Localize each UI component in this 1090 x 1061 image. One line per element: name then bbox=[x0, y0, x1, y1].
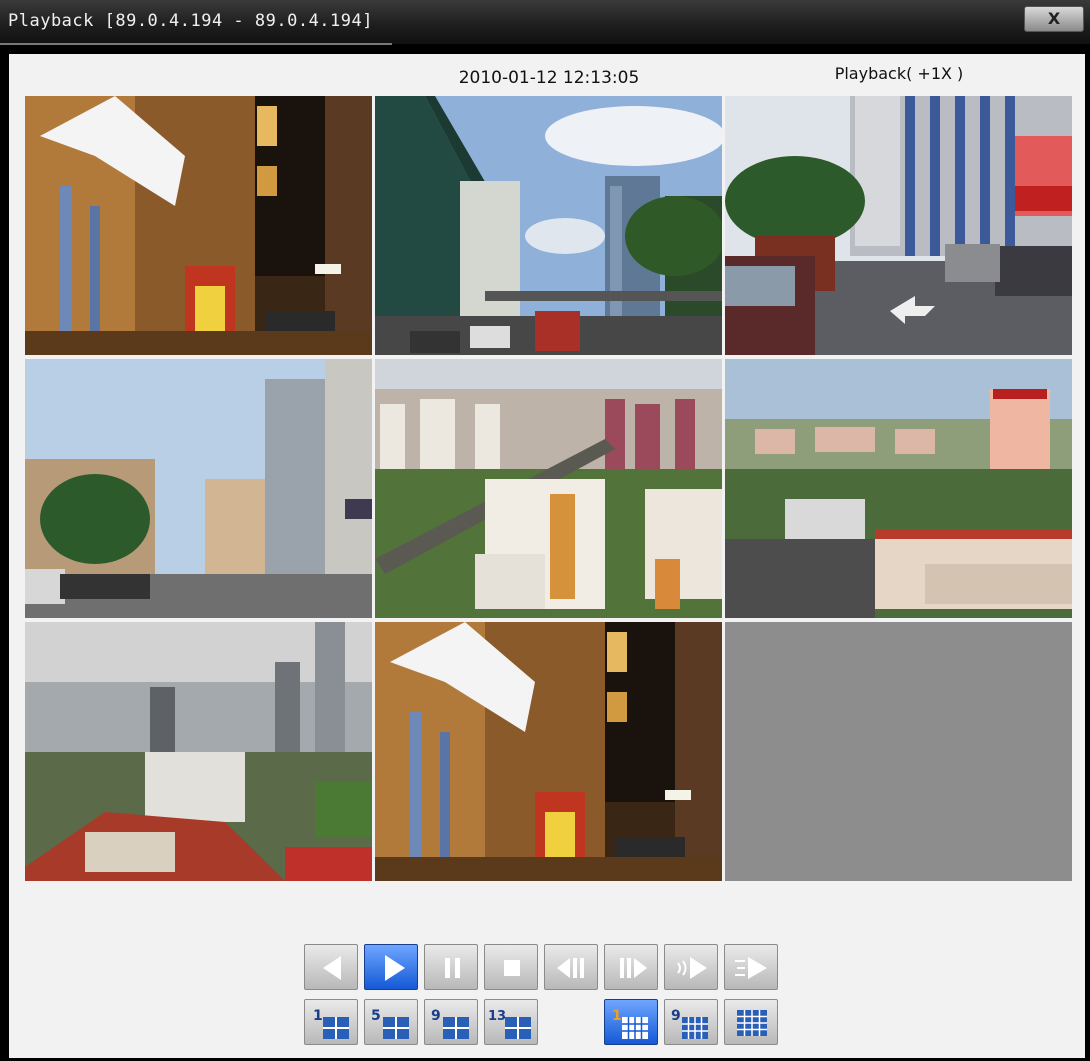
svg-text:1: 1 bbox=[313, 1008, 323, 1024]
pause-button[interactable] bbox=[424, 944, 478, 990]
fast-play-button[interactable] bbox=[724, 944, 778, 990]
layout-13-button[interactable]: 13 bbox=[484, 999, 538, 1045]
grid-16-icon bbox=[737, 1010, 767, 1036]
layout-1-button[interactable]: 1 bbox=[304, 999, 358, 1045]
svg-text:9: 9 bbox=[431, 1008, 441, 1024]
grid-layout-icon: 5 bbox=[371, 1008, 409, 1039]
step-forward-icon bbox=[620, 958, 647, 978]
view-1-button[interactable]: 1 bbox=[604, 999, 658, 1045]
svg-text:1: 1 bbox=[612, 1008, 622, 1024]
grid-layout-icon: 1 bbox=[313, 1008, 349, 1039]
camera-tile-1[interactable] bbox=[25, 96, 372, 355]
svg-text:13: 13 bbox=[488, 1009, 506, 1024]
camera-tile-8[interactable] bbox=[375, 622, 722, 881]
playback-speed-status: Playback( +1X ) bbox=[834, 64, 964, 83]
fast-play-icon bbox=[735, 957, 767, 979]
grid-view-icon: 1 bbox=[612, 1008, 648, 1039]
step-forward-button[interactable] bbox=[604, 944, 658, 990]
grid-layout-icon: 9 bbox=[431, 1008, 469, 1039]
pause-icon bbox=[445, 958, 460, 978]
slow-play-icon bbox=[677, 957, 707, 979]
layout-9-button[interactable]: 9 bbox=[424, 999, 478, 1045]
grid-layout-icon: 13 bbox=[488, 1009, 531, 1039]
camera-tile-5[interactable] bbox=[375, 359, 722, 618]
reverse-play-button[interactable] bbox=[304, 944, 358, 990]
slow-play-button[interactable] bbox=[664, 944, 718, 990]
playback-window: Playback [89.0.4.194 - 89.0.4.194] X 201… bbox=[0, 0, 1090, 1061]
step-back-button[interactable] bbox=[544, 944, 598, 990]
close-button[interactable]: X bbox=[1024, 6, 1084, 32]
camera-tile-3[interactable] bbox=[725, 96, 1072, 355]
view-9-button[interactable]: 9 bbox=[664, 999, 718, 1045]
step-back-icon bbox=[557, 958, 584, 978]
camera-tile-2[interactable] bbox=[375, 96, 722, 355]
camera-tile-4[interactable] bbox=[25, 359, 372, 618]
reverse-play-icon bbox=[323, 956, 341, 980]
play-icon bbox=[385, 955, 405, 981]
window-title: Playback [89.0.4.194 - 89.0.4.194] bbox=[8, 11, 373, 31]
play-button[interactable] bbox=[364, 944, 418, 990]
camera-tile-7[interactable] bbox=[25, 622, 372, 881]
layout-5-button[interactable]: 5 bbox=[364, 999, 418, 1045]
playback-panel: 2010-01-12 12:13:05 Playback( +1X ) 1 5 … bbox=[9, 54, 1085, 1058]
camera-tile-6[interactable] bbox=[725, 359, 1072, 618]
grid-view-icon: 9 bbox=[671, 1008, 708, 1039]
title-underline bbox=[0, 43, 392, 45]
playback-datetime: 2010-01-12 12:13:05 bbox=[458, 68, 640, 88]
svg-text:9: 9 bbox=[671, 1008, 681, 1024]
camera-grid bbox=[25, 96, 1072, 882]
camera-tile-9-empty[interactable] bbox=[725, 622, 1072, 881]
stop-icon bbox=[504, 960, 520, 976]
title-bar[interactable]: Playback [89.0.4.194 - 89.0.4.194] X bbox=[0, 0, 1090, 45]
stop-button[interactable] bbox=[484, 944, 538, 990]
svg-text:5: 5 bbox=[371, 1008, 381, 1024]
view-16-button[interactable] bbox=[724, 999, 778, 1045]
